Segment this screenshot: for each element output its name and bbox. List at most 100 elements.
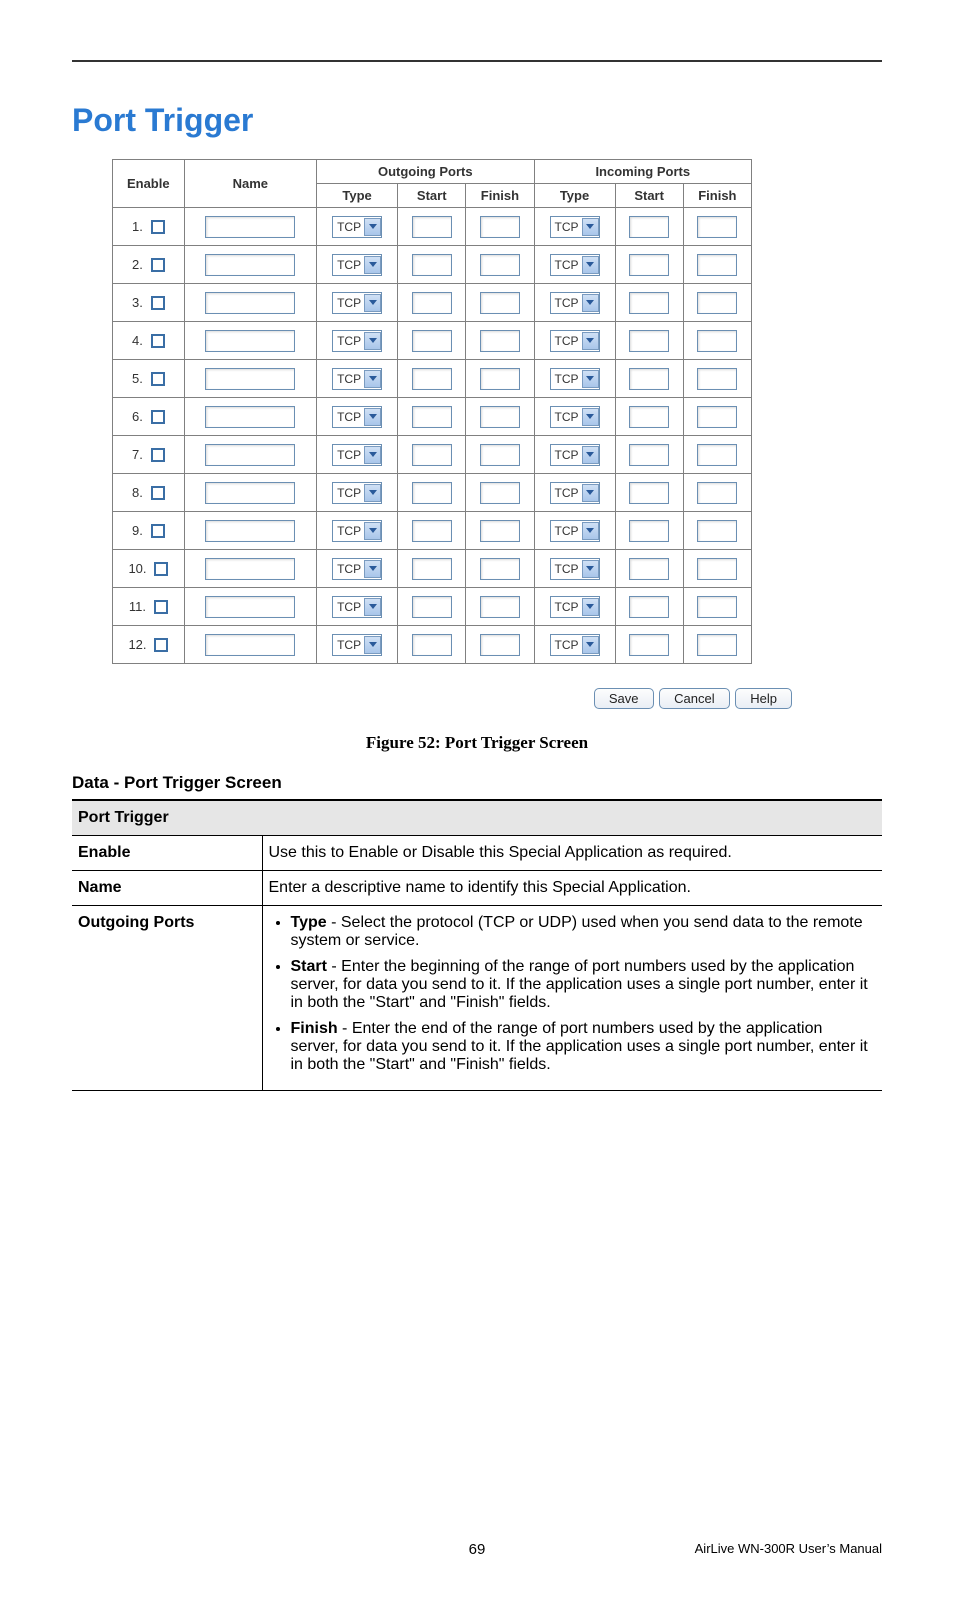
- name-input[interactable]: [205, 330, 295, 352]
- enable-checkbox[interactable]: [151, 296, 165, 310]
- name-input[interactable]: [205, 368, 295, 390]
- in-finish-input[interactable]: [697, 444, 737, 466]
- in-start-input[interactable]: [629, 292, 669, 314]
- help-button[interactable]: Help: [735, 688, 792, 709]
- out-type-select[interactable]: TCP: [332, 406, 382, 428]
- in-start-input[interactable]: [629, 406, 669, 428]
- out-start-input[interactable]: [412, 368, 452, 390]
- in-start-input[interactable]: [629, 596, 669, 618]
- name-input[interactable]: [205, 596, 295, 618]
- in-finish-input[interactable]: [697, 520, 737, 542]
- enable-checkbox[interactable]: [154, 562, 168, 576]
- out-start-input[interactable]: [412, 216, 452, 238]
- enable-checkbox[interactable]: [151, 410, 165, 424]
- in-start-input[interactable]: [629, 558, 669, 580]
- enable-checkbox[interactable]: [151, 486, 165, 500]
- in-type-select[interactable]: TCP: [550, 330, 600, 352]
- in-finish-input[interactable]: [697, 482, 737, 504]
- in-type-select[interactable]: TCP: [550, 368, 600, 390]
- enable-checkbox[interactable]: [151, 524, 165, 538]
- out-type-select[interactable]: TCP: [332, 520, 382, 542]
- in-start-input[interactable]: [629, 368, 669, 390]
- enable-checkbox[interactable]: [154, 638, 168, 652]
- out-start-input[interactable]: [412, 596, 452, 618]
- in-finish-input[interactable]: [697, 634, 737, 656]
- out-type-select[interactable]: TCP: [332, 216, 382, 238]
- in-start-input[interactable]: [629, 520, 669, 542]
- out-finish-input[interactable]: [480, 216, 520, 238]
- name-input[interactable]: [205, 482, 295, 504]
- out-finish-input[interactable]: [480, 558, 520, 580]
- in-type-select[interactable]: TCP: [550, 558, 600, 580]
- in-start-input[interactable]: [629, 444, 669, 466]
- enable-checkbox[interactable]: [151, 334, 165, 348]
- out-type-select[interactable]: TCP: [332, 254, 382, 276]
- cancel-button[interactable]: Cancel: [659, 688, 729, 709]
- out-finish-input[interactable]: [480, 330, 520, 352]
- out-start-input[interactable]: [412, 292, 452, 314]
- enable-checkbox[interactable]: [151, 220, 165, 234]
- name-input[interactable]: [205, 634, 295, 656]
- name-input[interactable]: [205, 444, 295, 466]
- in-finish-input[interactable]: [697, 596, 737, 618]
- out-type-select[interactable]: TCP: [332, 330, 382, 352]
- out-start-input[interactable]: [412, 444, 452, 466]
- name-input[interactable]: [205, 292, 295, 314]
- out-type-select[interactable]: TCP: [332, 482, 382, 504]
- name-input[interactable]: [205, 216, 295, 238]
- in-type-select[interactable]: TCP: [550, 444, 600, 466]
- in-type-select[interactable]: TCP: [550, 254, 600, 276]
- in-finish-input[interactable]: [697, 216, 737, 238]
- in-start-input[interactable]: [629, 330, 669, 352]
- out-type-select[interactable]: TCP: [332, 634, 382, 656]
- table-row: 6. TCPTCP: [113, 398, 752, 436]
- out-type-select[interactable]: TCP: [332, 444, 382, 466]
- out-finish-input[interactable]: [480, 596, 520, 618]
- enable-checkbox[interactable]: [151, 372, 165, 386]
- out-type-select[interactable]: TCP: [332, 292, 382, 314]
- enable-checkbox[interactable]: [151, 258, 165, 272]
- in-start-input[interactable]: [629, 254, 669, 276]
- enable-checkbox[interactable]: [151, 448, 165, 462]
- in-type-select[interactable]: TCP: [550, 216, 600, 238]
- in-finish-input[interactable]: [697, 292, 737, 314]
- out-finish-input[interactable]: [480, 634, 520, 656]
- out-start-input[interactable]: [412, 330, 452, 352]
- in-finish-input[interactable]: [697, 558, 737, 580]
- out-type-select[interactable]: TCP: [332, 558, 382, 580]
- in-type-select[interactable]: TCP: [550, 292, 600, 314]
- out-type-select[interactable]: TCP: [332, 596, 382, 618]
- in-type-select[interactable]: TCP: [550, 520, 600, 542]
- in-finish-input[interactable]: [697, 406, 737, 428]
- out-start-input[interactable]: [412, 482, 452, 504]
- out-finish-input[interactable]: [480, 368, 520, 390]
- in-type-select[interactable]: TCP: [550, 596, 600, 618]
- in-finish-input[interactable]: [697, 330, 737, 352]
- name-input[interactable]: [205, 254, 295, 276]
- out-finish-input[interactable]: [480, 254, 520, 276]
- out-start-input[interactable]: [412, 254, 452, 276]
- out-start-input[interactable]: [412, 634, 452, 656]
- name-input[interactable]: [205, 558, 295, 580]
- in-start-input[interactable]: [629, 482, 669, 504]
- in-type-select[interactable]: TCP: [550, 482, 600, 504]
- name-input[interactable]: [205, 520, 295, 542]
- out-start-input[interactable]: [412, 558, 452, 580]
- in-type-select[interactable]: TCP: [550, 406, 600, 428]
- in-start-input[interactable]: [629, 634, 669, 656]
- out-finish-input[interactable]: [480, 444, 520, 466]
- out-start-input[interactable]: [412, 406, 452, 428]
- in-finish-input[interactable]: [697, 254, 737, 276]
- out-finish-input[interactable]: [480, 406, 520, 428]
- out-finish-input[interactable]: [480, 520, 520, 542]
- save-button[interactable]: Save: [594, 688, 654, 709]
- out-finish-input[interactable]: [480, 292, 520, 314]
- in-start-input[interactable]: [629, 216, 669, 238]
- in-finish-input[interactable]: [697, 368, 737, 390]
- in-type-select[interactable]: TCP: [550, 634, 600, 656]
- name-input[interactable]: [205, 406, 295, 428]
- out-type-select[interactable]: TCP: [332, 368, 382, 390]
- enable-checkbox[interactable]: [154, 600, 168, 614]
- out-start-input[interactable]: [412, 520, 452, 542]
- out-finish-input[interactable]: [480, 482, 520, 504]
